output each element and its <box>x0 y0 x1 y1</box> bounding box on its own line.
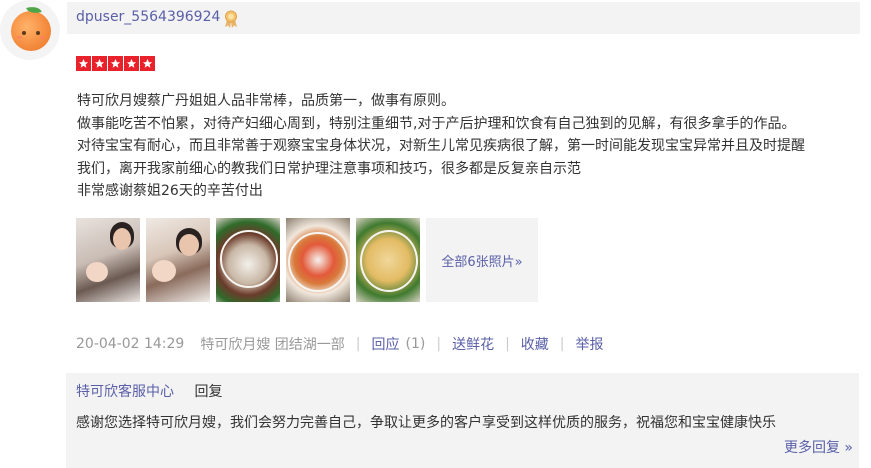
review-line: 对待宝宝有耐心，而且非常善于观察宝宝身体状况，对新生儿常见疾病很了解，第一时间能… <box>77 138 805 155</box>
reply-count: (1) <box>405 336 426 352</box>
photo-strip: 全部6张照片» <box>76 218 538 302</box>
report-button[interactable]: 举报 <box>576 334 604 354</box>
divider: | <box>559 336 565 352</box>
merchant-reply-box: 特可欣客服中心 回复 感谢您选择特可欣月嫂，我们会努力完善自己，争取让更多的客户… <box>66 373 859 468</box>
star-icon <box>92 56 107 71</box>
divider: | <box>355 336 361 352</box>
review-line: 特可欣月嫂蔡广丹姐姐人品非常棒，品质第一，做事有原则。 <box>77 93 455 109</box>
photo-dish-meat-veg[interactable] <box>216 218 280 302</box>
star-icon <box>124 56 139 71</box>
photo-mother-baby-1[interactable] <box>76 218 140 302</box>
review-line: 我们，离开我家前细心的教我们日常护理注意事项和技巧，很多都是反复亲自示范 <box>77 160 581 177</box>
more-replies-link[interactable]: 更多回复 » <box>784 437 853 457</box>
reply-button[interactable]: 回应 <box>372 334 400 354</box>
review-datetime: 20-04-02 14:29 <box>76 336 185 352</box>
reply-label: 回复 <box>194 384 223 400</box>
review-line: 非常感谢蔡姐26天的辛苦付出 <box>77 183 263 200</box>
star-icon <box>140 56 155 71</box>
review-line: 做事能吃苦不怕累，对待产妇细心周到，特别注重细节,对于产后护理和饮食有自己独到的… <box>77 115 796 132</box>
favorite-button[interactable]: 收藏 <box>521 334 549 354</box>
review-meta: 20-04-02 14:29 特可欣月嫂 团结湖一部 | 回应 (1) | 送鲜… <box>76 334 604 354</box>
review-text: 特可欣月嫂蔡广丹姐姐人品非常棒，品质第一，做事有原则。 做事能吃苦不怕累，对待产… <box>77 90 857 203</box>
divider: | <box>505 336 510 352</box>
all-photos-link[interactable]: 全部6张照片» <box>426 218 538 302</box>
star-icon <box>108 56 123 71</box>
merchant-name-link[interactable]: 特可欣客服中心 <box>76 384 174 400</box>
star-icon <box>76 56 91 71</box>
photo-dish-fried[interactable] <box>356 218 420 302</box>
medal-badge-icon <box>225 10 237 28</box>
user-header: dpuser_5564396924 <box>67 2 860 34</box>
username-link[interactable]: dpuser_5564396924 <box>76 9 220 25</box>
photo-dish-tomato[interactable] <box>286 218 350 302</box>
merchant-reply-header: 特可欣客服中心 回复 <box>76 381 222 401</box>
merchant-reply-text: 感谢您选择特可欣月嫂，我们会努力完善自己，争取让更多的客户享受到这样优质的服务，… <box>76 415 776 431</box>
send-flower-button[interactable]: 送鲜花 <box>452 334 494 354</box>
photo-mother-baby-2[interactable] <box>146 218 210 302</box>
orange-avatar-icon <box>11 11 51 51</box>
shop-name: 特可欣月嫂 团结湖一部 <box>200 337 345 353</box>
avatar[interactable] <box>0 0 60 60</box>
rating-stars <box>76 56 156 72</box>
divider: | <box>436 336 442 352</box>
